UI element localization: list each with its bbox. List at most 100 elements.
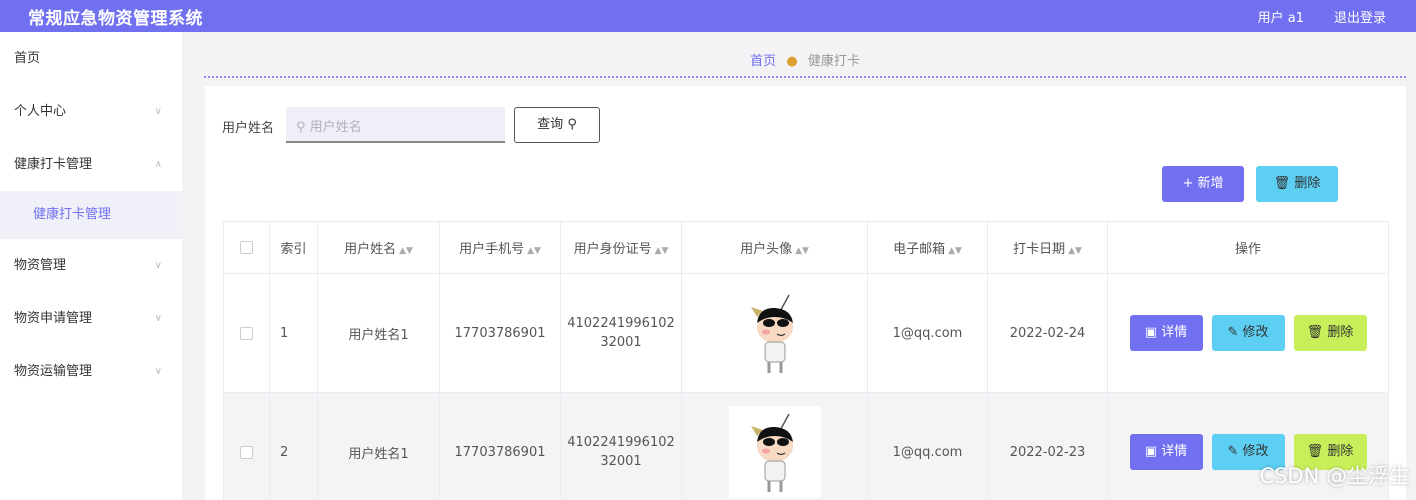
chevron-down-icon: ∨: [154, 313, 162, 324]
column-header-label: 用户姓名: [344, 242, 397, 257]
batch-delete-button[interactable]: 🗑 删除: [1256, 166, 1338, 202]
chevron-down-icon: ∨: [154, 260, 162, 271]
row-select-cell: [223, 392, 270, 500]
edit-button-label: 修改: [1242, 444, 1269, 459]
sort-icon[interactable]: ▲▼: [527, 246, 541, 256]
sort-icon[interactable]: ▲▼: [1068, 246, 1082, 256]
select-all-checkbox[interactable]: [240, 241, 253, 254]
detail-button[interactable]: ▣ 详情: [1129, 434, 1203, 470]
row-checkbox[interactable]: [240, 445, 253, 459]
column-header-label: 索引: [280, 242, 307, 257]
sidebar-item-supplies[interactable]: 物资管理 ∨: [0, 239, 182, 292]
avatar: [728, 406, 821, 498]
column-header-label: 电子邮箱: [893, 242, 946, 257]
sidebar-item-home[interactable]: 首页: [0, 32, 182, 85]
edit-icon: ✎: [1227, 444, 1239, 459]
sort-icon[interactable]: ▲▼: [948, 246, 962, 256]
cell-email: 1@qq.com: [867, 273, 988, 393]
add-button-label: 新增: [1197, 176, 1224, 191]
search-label: 用户姓名: [222, 121, 275, 136]
column-header-label: 用户手机号: [459, 242, 525, 257]
add-button[interactable]: + 新增: [1162, 166, 1244, 202]
sidebar-item-label: 健康打卡管理: [14, 157, 93, 172]
cell-phone: 17703786901: [439, 273, 561, 393]
column-header-id-number[interactable]: 用户身份证号 ▲▼: [560, 221, 682, 274]
id-number-part: 4102241996102: [567, 316, 675, 331]
watermark: CSDN @尘浮生: [1259, 464, 1410, 488]
top-bar: 常规应急物资管理系统 用户 a1 退出登录: [0, 0, 1416, 32]
row-select-cell: [223, 273, 270, 393]
detail-icon: ▣: [1144, 325, 1158, 340]
column-header-date[interactable]: 打卡日期 ▲▼: [987, 221, 1108, 274]
sort-icon[interactable]: ▲▼: [655, 246, 669, 256]
breadcrumb-home-link[interactable]: 首页: [750, 54, 776, 69]
cell-name: 用户姓名1: [317, 392, 440, 500]
avatar: [728, 287, 821, 379]
column-header-avatar[interactable]: 用户头像 ▲▼: [681, 221, 868, 274]
trash-icon: 🗑: [1306, 444, 1324, 459]
breadcrumb-separator-icon: ●: [786, 54, 798, 69]
sidebar-item-label: 物资运输管理: [14, 364, 93, 379]
sidebar-subitem-health-checkin[interactable]: 健康打卡管理: [0, 191, 182, 239]
sidebar-item-label: 物资管理: [14, 258, 67, 273]
cell-id-number: 4102241996102 32001: [560, 273, 682, 393]
sidebar-item-label: 个人中心: [14, 104, 67, 119]
cell-email: 1@qq.com: [867, 392, 988, 500]
edit-icon: ✎: [1227, 325, 1239, 340]
column-header-phone[interactable]: 用户手机号 ▲▼: [439, 221, 561, 274]
logout-link[interactable]: 退出登录: [1334, 7, 1386, 26]
column-header-label: 用户身份证号: [573, 242, 652, 257]
id-number-part: 32001: [600, 335, 642, 350]
delete-button[interactable]: 🗑 删除: [1293, 315, 1367, 351]
sidebar-item-health-checkin[interactable]: 健康打卡管理 ∧: [0, 138, 182, 191]
column-header-index: 索引: [269, 221, 318, 274]
sort-icon[interactable]: ▲▼: [399, 246, 413, 256]
detail-button-label: 详情: [1161, 325, 1188, 340]
id-number-part: 32001: [600, 454, 642, 469]
chevron-up-icon: ∧: [154, 159, 162, 170]
sidebar: 首页 个人中心 ∨ 健康打卡管理 ∧ 健康打卡管理 物资管理 ∨ 物资申请管理 …: [0, 32, 182, 500]
edit-button[interactable]: ✎ 修改: [1211, 315, 1285, 351]
query-button-label: 查询: [537, 117, 564, 132]
plus-icon: +: [1182, 176, 1194, 191]
cell-date: 2022-02-23: [987, 392, 1108, 500]
delete-button-label: 删除: [1327, 325, 1354, 340]
cell-date: 2022-02-24: [987, 273, 1108, 393]
sidebar-item-supply-transport[interactable]: 物资运输管理 ∨: [0, 345, 182, 398]
chevron-down-icon: ∨: [154, 106, 162, 117]
column-header-actions: 操作: [1107, 221, 1389, 274]
current-user-label: 用户 a1: [1257, 11, 1304, 26]
app-title: 常规应急物资管理系统: [28, 9, 203, 29]
row-checkbox[interactable]: [240, 326, 253, 340]
column-header-label: 打卡日期: [1013, 242, 1066, 257]
column-header-name[interactable]: 用户姓名 ▲▼: [317, 221, 440, 274]
query-button[interactable]: 查询 ⚲: [514, 107, 600, 143]
trash-icon: 🗑: [1306, 325, 1324, 340]
cell-avatar: [681, 392, 868, 500]
cell-index: 1: [269, 273, 318, 393]
cartoon-avatar-icon: [750, 413, 793, 492]
search-input[interactable]: ⚲ 用户姓名: [286, 107, 505, 143]
sort-icon[interactable]: ▲▼: [795, 246, 809, 256]
cell-actions: ▣ 详情 ✎ 修改 🗑 删除: [1107, 273, 1389, 393]
sidebar-item-label: 物资申请管理: [14, 311, 93, 326]
search-icon: ⚲: [296, 120, 306, 135]
sidebar-item-label: 首页: [14, 51, 41, 66]
detail-icon: ▣: [1144, 444, 1158, 459]
sidebar-item-personal-center[interactable]: 个人中心 ∨: [0, 85, 182, 138]
edit-button-label: 修改: [1242, 325, 1269, 340]
breadcrumb-divider: [204, 76, 1406, 78]
checkin-table: 索引 用户姓名 ▲▼ 用户手机号 ▲▼ 用户身份证号 ▲▼ 用户头像 ▲▼ 电子邮箱 ▲▼…: [223, 221, 1389, 500]
cell-index: 2: [269, 392, 318, 500]
table-row: 1 用户姓名1 17703786901 4102241996102 32001: [223, 273, 1389, 393]
sidebar-item-supply-requests[interactable]: 物资申请管理 ∨: [0, 292, 182, 345]
sidebar-subitem-label: 健康打卡管理: [33, 207, 112, 222]
cell-id-number: 4102241996102 32001: [560, 392, 682, 500]
breadcrumb: 首页 ● 健康打卡: [204, 50, 1406, 69]
column-header-label: 操作: [1234, 242, 1261, 257]
detail-button-label: 详情: [1161, 444, 1188, 459]
search-icon: ⚲: [567, 117, 577, 132]
detail-button[interactable]: ▣ 详情: [1129, 315, 1203, 351]
column-header-email[interactable]: 电子邮箱 ▲▼: [867, 221, 988, 274]
trash-icon: 🗑: [1273, 176, 1291, 191]
